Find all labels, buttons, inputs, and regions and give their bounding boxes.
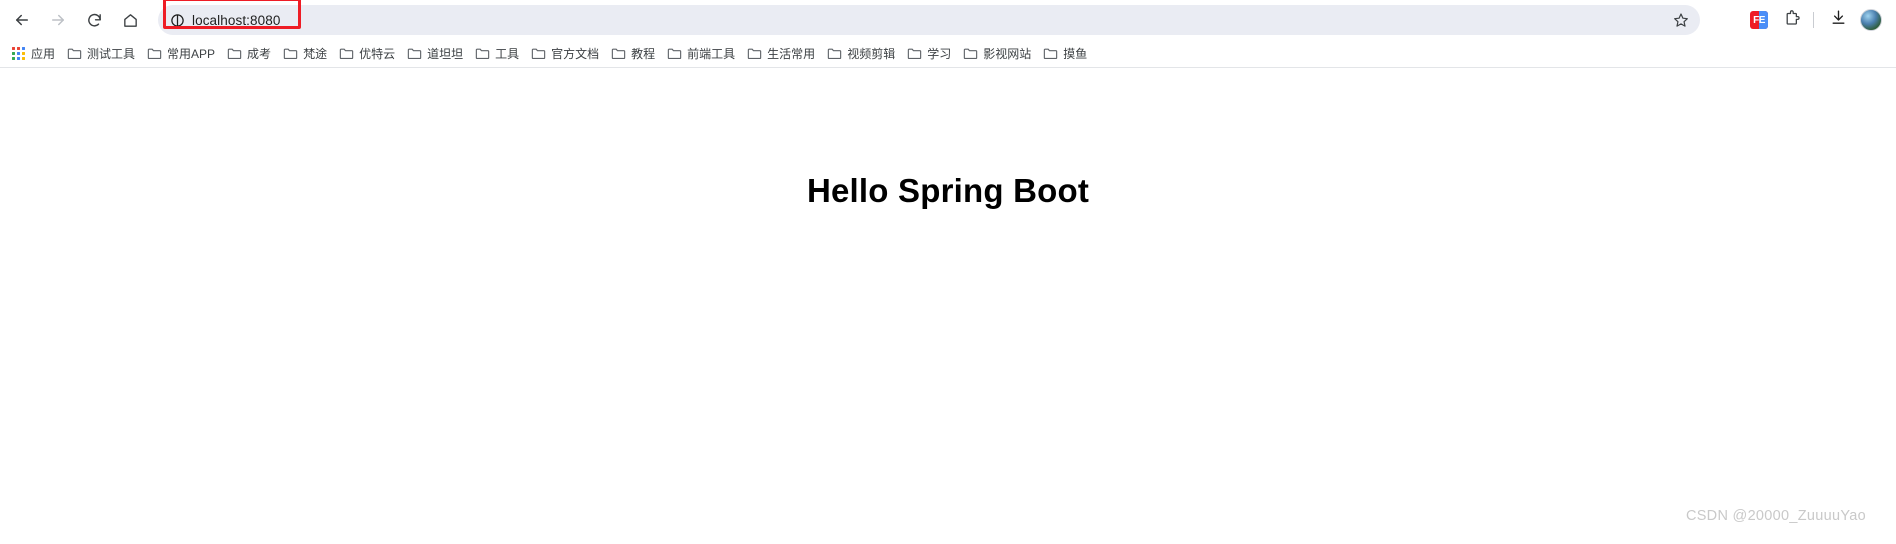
folder-icon [531, 47, 546, 60]
apps-grid-icon [12, 46, 26, 61]
folder-icon [147, 47, 162, 60]
home-icon [122, 12, 139, 29]
bookmark-folder-4[interactable]: 优特云 [333, 43, 401, 65]
bookmark-folder-10[interactable]: 生活常用 [741, 43, 821, 65]
profile-button[interactable] [1856, 5, 1886, 35]
address-bar-url[interactable]: localhost:8080 [192, 13, 1668, 28]
bookmark-folder-8[interactable]: 教程 [605, 43, 661, 65]
bookmark-folder-14[interactable]: 摸鱼 [1037, 43, 1093, 65]
bookmark-label: 优特云 [359, 46, 396, 61]
bookmark-apps-label: 应用 [31, 46, 56, 61]
bookmark-folder-3[interactable]: 梵途 [277, 43, 333, 65]
folder-icon [1043, 47, 1058, 60]
download-icon [1830, 9, 1847, 31]
avatar [1860, 9, 1882, 31]
bookmark-folder-11[interactable]: 视频剪辑 [821, 43, 901, 65]
downloads-button[interactable] [1823, 5, 1853, 35]
bookmark-label: 工具 [495, 46, 520, 61]
bookmark-label: 测试工具 [87, 46, 136, 61]
watermark-text: CSDN @20000_ZuuuuYao [1685, 508, 1866, 524]
bookmark-folder-9[interactable]: 前端工具 [661, 43, 741, 65]
bookmark-label: 梵途 [303, 46, 328, 61]
bookmark-apps[interactable]: 应用 [6, 43, 61, 65]
folder-icon [283, 47, 298, 60]
extension-fe-button[interactable]: FE [1744, 5, 1774, 35]
address-bar[interactable]: localhost:8080 [158, 5, 1700, 35]
forward-button[interactable] [42, 4, 74, 36]
page-content: Hello Spring Boot CSDN @20000_ZuuuuYao [0, 68, 1896, 544]
folder-icon [475, 47, 490, 60]
puzzle-piece-icon [1783, 9, 1801, 32]
folder-icon [667, 47, 682, 60]
fe-extension-icon: FE [1750, 11, 1768, 29]
folder-icon [827, 47, 842, 60]
bookmark-folder-13[interactable]: 影视网站 [957, 43, 1037, 65]
bookmark-label: 前端工具 [687, 46, 736, 61]
bookmark-folder-7[interactable]: 官方文档 [525, 43, 605, 65]
folder-icon [339, 47, 354, 60]
fe-extension-label: FE [1753, 14, 1765, 26]
back-arrow-icon [13, 11, 31, 29]
folder-icon [407, 47, 422, 60]
omnibox-container: localhost:8080 [158, 0, 1733, 35]
bookmark-label: 道坦坦 [427, 46, 464, 61]
bookmarks-bar: 应用 测试工具 常用APP 成考 梵途 优特云 道坦坦 工具 官方文档 教程 前… [0, 40, 1896, 68]
bookmark-folder-12[interactable]: 学习 [901, 43, 957, 65]
bookmark-label: 教程 [631, 46, 656, 61]
folder-icon [67, 47, 82, 60]
folder-icon [747, 47, 762, 60]
bookmark-folder-1[interactable]: 常用APP [141, 43, 221, 65]
browser-toolbar: localhost:8080 FE [0, 0, 1896, 40]
page-title: Hello Spring Boot [806, 172, 1090, 209]
bookmark-label: 视频剪辑 [847, 46, 896, 61]
folder-icon [963, 47, 978, 60]
home-button[interactable] [114, 4, 146, 36]
folder-icon [907, 47, 922, 60]
bookmark-folder-5[interactable]: 道坦坦 [401, 43, 469, 65]
toolbar-separator [1813, 12, 1814, 28]
back-button[interactable] [6, 4, 38, 36]
forward-arrow-icon [49, 11, 67, 29]
bookmark-label: 影视网站 [983, 46, 1032, 61]
bookmark-folder-6[interactable]: 工具 [469, 43, 525, 65]
extensions-button[interactable] [1777, 5, 1807, 35]
bookmark-folder-0[interactable]: 测试工具 [61, 43, 141, 65]
folder-icon [227, 47, 242, 60]
bookmark-label: 生活常用 [767, 46, 816, 61]
toolbar-actions: FE [1741, 5, 1886, 35]
bookmark-label: 摸鱼 [1063, 46, 1088, 61]
bookmark-label: 成考 [247, 46, 272, 61]
bookmark-label: 官方文档 [551, 46, 600, 61]
bookmark-star-icon[interactable] [1668, 7, 1694, 33]
browser-window: localhost:8080 FE 应用 测试工具 常用APP 成考 梵途 优特… [0, 0, 1896, 544]
bookmark-label: 常用APP [167, 46, 216, 61]
info-circle-icon[interactable] [166, 9, 188, 31]
bookmark-label: 学习 [927, 46, 952, 61]
reload-icon [86, 12, 103, 29]
bookmark-folder-2[interactable]: 成考 [221, 43, 277, 65]
reload-button[interactable] [78, 4, 110, 36]
folder-icon [611, 47, 626, 60]
